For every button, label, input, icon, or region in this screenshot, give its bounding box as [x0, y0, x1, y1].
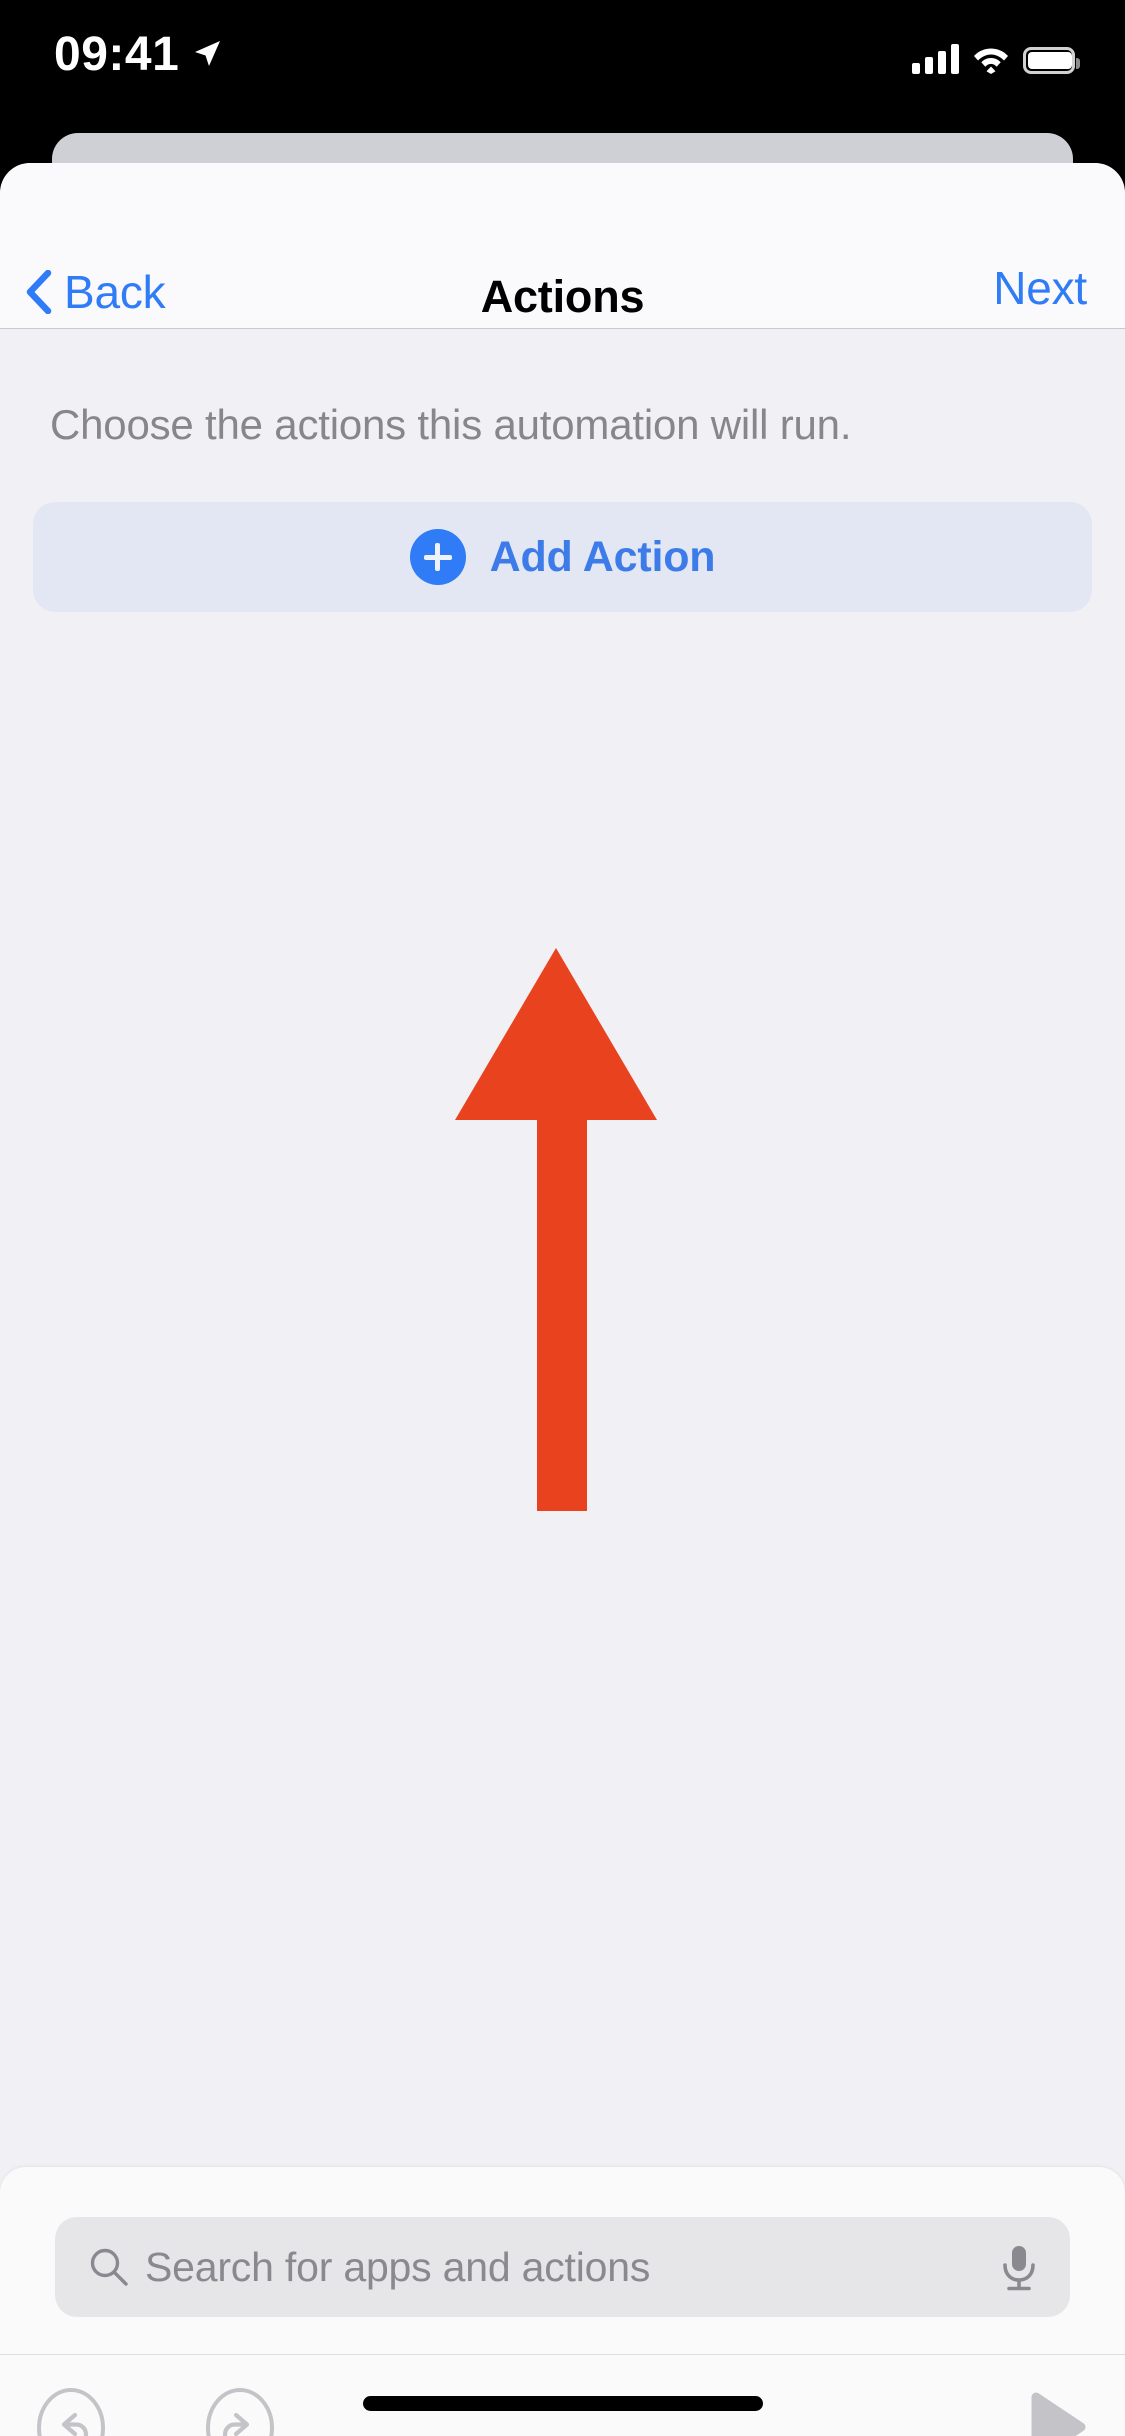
next-button[interactable]: Next — [993, 263, 1087, 313]
page-title: Actions — [480, 271, 645, 322]
navigation-bar: Back Actions Next — [0, 163, 1125, 329]
microphone-icon[interactable] — [998, 2243, 1040, 2293]
search-icon — [90, 2248, 128, 2286]
phone-screen: 09:41 Back Actions Next Choose the actio… — [0, 0, 1125, 2436]
add-action-button[interactable]: Add Action — [33, 502, 1092, 612]
status-bar-indicators — [912, 40, 1080, 74]
status-bar-time: 09:41 — [54, 28, 180, 81]
status-bar: 09:41 — [0, 0, 1125, 132]
play-icon[interactable] — [1011, 2385, 1097, 2436]
search-input[interactable] — [145, 2217, 975, 2317]
home-indicator — [362, 2396, 763, 2411]
battery-full-icon — [1023, 47, 1080, 74]
undo-circle-icon[interactable] — [28, 2385, 114, 2436]
modal-sheet: Back Actions Next Choose the actions thi… — [0, 163, 1125, 2436]
content-area: Choose the actions this automation will … — [0, 330, 1125, 2436]
annotation-arrow-up — [455, 948, 657, 1511]
search-bar — [55, 2217, 1070, 2317]
wifi-icon — [974, 48, 1008, 74]
redo-circle-icon[interactable] — [197, 2385, 283, 2436]
cellular-signal-icon — [912, 44, 959, 74]
add-action-label: Add Action — [489, 532, 716, 581]
plus-circle-icon — [409, 529, 466, 585]
location-arrow-icon — [195, 41, 220, 66]
instruction-text: Choose the actions this automation will … — [50, 401, 852, 448]
